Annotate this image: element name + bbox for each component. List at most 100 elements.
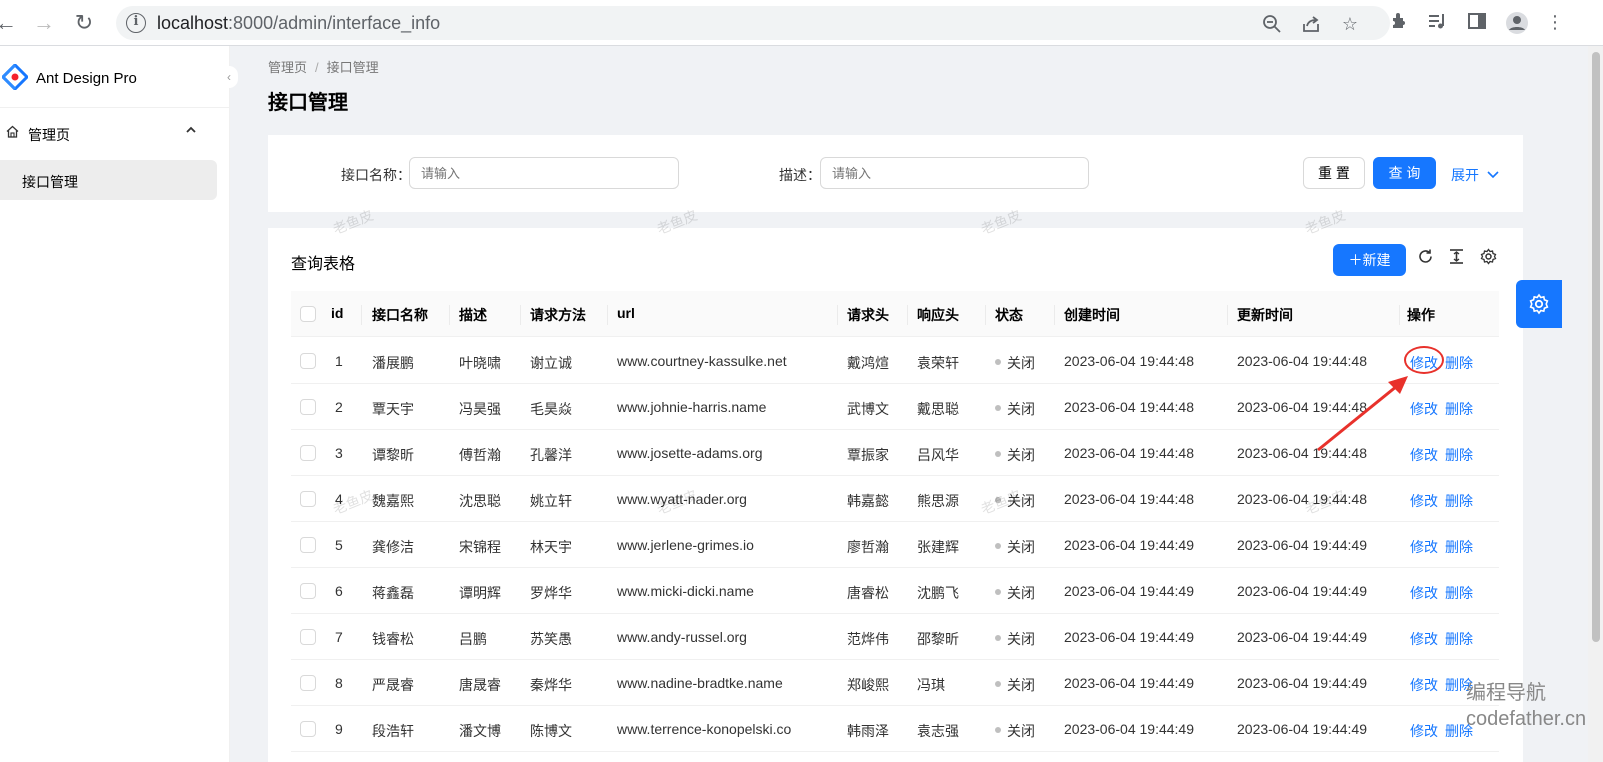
- edit-link[interactable]: 修改: [1410, 491, 1438, 511]
- row-checkbox[interactable]: [300, 491, 316, 507]
- delete-link[interactable]: 删除: [1445, 353, 1473, 373]
- cell-name: 谭黎昕: [372, 447, 414, 463]
- reload-icon[interactable]: ↻: [70, 9, 98, 37]
- table-header: id 接口名称 描述 请求方法 url 请求头 响应头 状态 创建时间 更新时间…: [291, 291, 1499, 337]
- column-header[interactable]: 请求头: [847, 305, 889, 325]
- density-icon[interactable]: [1445, 248, 1467, 270]
- column-header[interactable]: url: [617, 305, 635, 321]
- delete-link[interactable]: 删除: [1445, 629, 1473, 649]
- cell-desc: 沈思聪: [459, 493, 501, 509]
- cell-status: 关闭: [1007, 355, 1035, 371]
- cell-name: 龚修洁: [372, 539, 414, 555]
- breadcrumb-item-admin[interactable]: 管理页: [268, 60, 307, 75]
- cell-method: 陈博文: [530, 723, 572, 739]
- cell-method: 姚立轩: [530, 493, 572, 509]
- cell-status: 关闭: [1007, 401, 1035, 417]
- row-checkbox[interactable]: [300, 445, 316, 461]
- expand-button[interactable]: 展开: [1451, 165, 1499, 185]
- more-icon[interactable]: ⋮: [1544, 11, 1566, 33]
- share-icon[interactable]: [1301, 14, 1321, 34]
- cell-res: 熊思源: [917, 493, 959, 509]
- bookmark-star-icon[interactable]: ☆: [1340, 14, 1360, 34]
- annotation-arrow: [1317, 376, 1408, 452]
- row-checkbox[interactable]: [300, 629, 316, 645]
- column-header[interactable]: 更新时间: [1237, 305, 1293, 325]
- row-checkbox[interactable]: [300, 353, 316, 369]
- delete-link[interactable]: 删除: [1445, 445, 1473, 465]
- cell-req: 郑峻熙: [847, 677, 889, 693]
- back-icon[interactable]: ←: [0, 9, 20, 37]
- row-checkbox[interactable]: [300, 583, 316, 599]
- cell-req: 范烨伟: [847, 631, 889, 647]
- cell-updated: 2023-06-04 19:44:49: [1237, 537, 1367, 553]
- column-header[interactable]: 创建时间: [1064, 305, 1120, 325]
- menu-item-interface[interactable]: 接口管理: [0, 160, 217, 200]
- cell-url: www.jerlene-grimes.io: [617, 537, 754, 553]
- forward-icon[interactable]: →: [30, 9, 58, 37]
- column-header[interactable]: 状态: [995, 305, 1023, 325]
- cell-res: 张建辉: [917, 539, 959, 555]
- edit-link[interactable]: 修改: [1410, 629, 1438, 649]
- reload-table-icon[interactable]: [1414, 248, 1436, 270]
- cell-created: 2023-06-04 19:44:48: [1064, 491, 1194, 507]
- settings-drawer-button[interactable]: [1516, 280, 1562, 328]
- cell-url: www.terrence-konopelski.co: [617, 721, 792, 737]
- edit-link[interactable]: 修改: [1410, 675, 1438, 695]
- side-panel-icon[interactable]: [1466, 11, 1488, 33]
- breadcrumb: 管理页 / 接口管理: [268, 57, 379, 76]
- cell-method: 谢立诚: [530, 355, 572, 371]
- delete-link[interactable]: 删除: [1445, 399, 1473, 419]
- reset-button[interactable]: 重 置: [1303, 157, 1365, 189]
- collapse-icon[interactable]: ‹: [220, 66, 238, 88]
- select-all-checkbox[interactable]: [300, 306, 316, 322]
- delete-link[interactable]: 删除: [1445, 491, 1473, 511]
- delete-link[interactable]: 删除: [1445, 537, 1473, 557]
- cell-url: www.johnie-harris.name: [617, 399, 767, 415]
- logo-icon[interactable]: [0, 62, 30, 92]
- cell-req: 戴鸿煊: [847, 355, 889, 371]
- column-header[interactable]: 描述: [459, 305, 487, 325]
- column-header[interactable]: 接口名称: [372, 305, 428, 325]
- cell-url: www.micki-dicki.name: [617, 583, 754, 599]
- cell-status: 关闭: [1007, 585, 1035, 601]
- status-dot: [995, 681, 1001, 687]
- cell-url: www.nadine-bradtke.name: [617, 675, 783, 691]
- cell-req: 廖哲瀚: [847, 539, 889, 555]
- url-text[interactable]: localhost:8000/admin/interface_info: [157, 13, 440, 34]
- scrollbar-thumb[interactable]: [1592, 52, 1600, 642]
- cell-updated: 2023-06-04 19:44:49: [1237, 629, 1367, 645]
- cell-created: 2023-06-04 19:44:48: [1064, 445, 1194, 461]
- column-setting-icon[interactable]: [1477, 248, 1499, 270]
- extensions-icon[interactable]: [1388, 11, 1410, 33]
- edit-link[interactable]: 修改: [1410, 583, 1438, 603]
- address-bar[interactable]: i localhost:8000/admin/interface_info ☆: [116, 6, 1390, 40]
- column-header[interactable]: 请求方法: [530, 305, 586, 325]
- cell-updated: 2023-06-04 19:44:49: [1237, 675, 1367, 691]
- cell-id: 5: [335, 537, 343, 553]
- cell-method: 罗烨华: [530, 585, 572, 601]
- row-checkbox[interactable]: [300, 399, 316, 415]
- menu-item-admin[interactable]: 管理页: [0, 116, 229, 150]
- cell-status: 关闭: [1007, 631, 1035, 647]
- column-header[interactable]: 响应头: [917, 305, 959, 325]
- zoom-out-icon[interactable]: [1262, 14, 1282, 34]
- app-title[interactable]: Ant Design Pro: [36, 70, 137, 87]
- info-icon[interactable]: i: [126, 13, 146, 33]
- cell-desc: 冯昊强: [459, 401, 501, 417]
- row-checkbox[interactable]: [300, 537, 316, 553]
- delete-link[interactable]: 删除: [1445, 583, 1473, 603]
- profile-icon[interactable]: [1505, 11, 1528, 34]
- desc-input[interactable]: [820, 157, 1089, 189]
- page-title: 接口管理: [268, 92, 348, 114]
- row-checkbox[interactable]: [300, 721, 316, 737]
- row-checkbox[interactable]: [300, 675, 316, 691]
- media-icon[interactable]: [1426, 11, 1448, 33]
- name-input[interactable]: [409, 157, 679, 189]
- new-button[interactable]: ＋新建: [1333, 244, 1406, 276]
- query-button[interactable]: 查 询: [1373, 157, 1436, 189]
- column-header[interactable]: id: [331, 305, 343, 321]
- cell-req: 唐睿松: [847, 585, 889, 601]
- edit-link[interactable]: 修改: [1410, 721, 1438, 741]
- edit-link[interactable]: 修改: [1410, 537, 1438, 557]
- cell-url: www.andy-russel.org: [617, 629, 747, 645]
